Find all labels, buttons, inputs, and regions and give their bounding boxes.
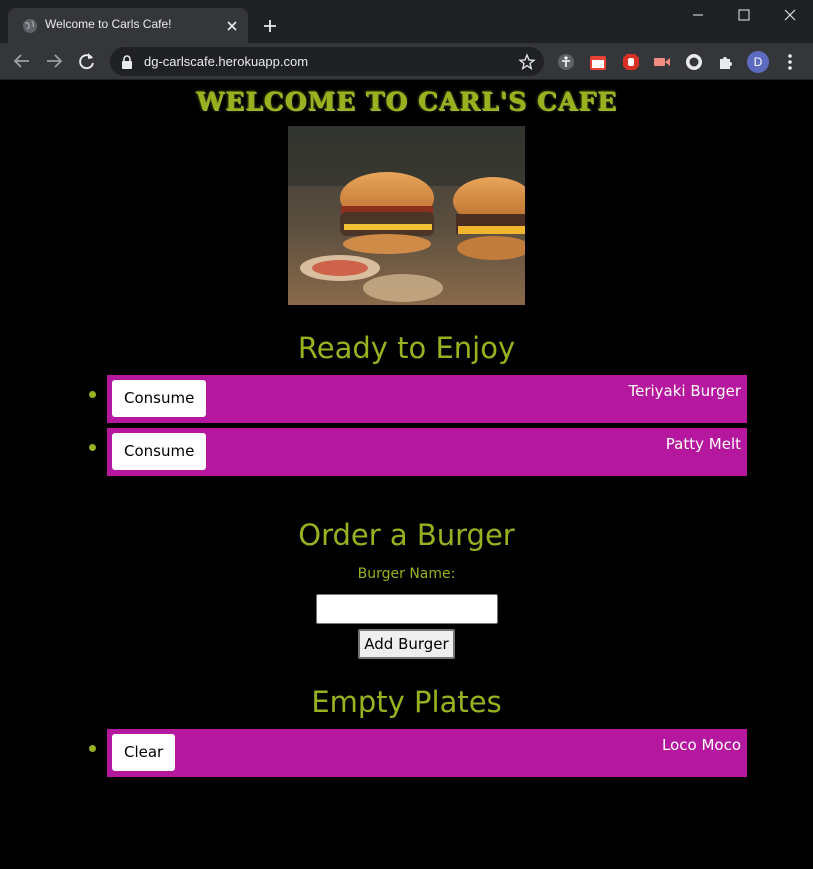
page-banner: WELCOME TO CARL'S CAFE — [195, 87, 618, 116]
empty-section-title: Empty Plates — [311, 685, 502, 719]
back-arrow-icon[interactable] — [9, 49, 35, 73]
consume-button[interactable]: Consume — [112, 380, 207, 417]
profile-avatar[interactable]: D — [747, 51, 769, 73]
reload-icon[interactable] — [74, 49, 100, 73]
browser-toolbar: dg-carlscafe.herokuapp.com D — [0, 43, 813, 80]
page-content: WELCOME TO CARL'S CAFE Ready to Enjoy Co… — [0, 81, 813, 869]
new-tab-icon[interactable] — [258, 14, 282, 38]
puzzle-icon[interactable] — [717, 53, 735, 71]
empty-plates-list: Clear Loco Moco — [89, 729, 747, 782]
burger-hero-image — [288, 126, 525, 305]
ready-section-title: Ready to Enjoy — [297, 331, 516, 365]
forward-arrow-icon[interactable] — [41, 49, 67, 73]
burger-name-label: Burger Name: — [357, 566, 456, 582]
list-bullet — [89, 391, 96, 398]
list-bullet — [89, 745, 96, 752]
list-item: Consume Teriyaki Burger — [89, 375, 747, 423]
list-bullet — [89, 444, 96, 451]
burger-name-input[interactable] — [316, 594, 498, 624]
url-text: dg-carlscafe.herokuapp.com — [144, 54, 309, 69]
extension-video-icon[interactable] — [653, 53, 671, 71]
burger-name: Patty Melt — [665, 435, 741, 453]
consume-button[interactable]: Consume — [112, 433, 207, 470]
list-item: Clear Loco Moco — [89, 729, 747, 777]
extension-accessibility-icon[interactable] — [557, 53, 575, 71]
address-bar[interactable]: dg-carlscafe.herokuapp.com — [110, 47, 544, 76]
browser-titlebar: Welcome to Carls Cafe! — [0, 0, 813, 43]
browser-tab[interactable]: Welcome to Carls Cafe! — [8, 8, 248, 43]
maximize-icon[interactable] — [721, 0, 767, 30]
lock-icon — [122, 55, 132, 69]
more-vert-icon[interactable] — [781, 51, 799, 73]
extension-calendar-icon[interactable] — [589, 53, 607, 71]
globe-icon — [23, 19, 37, 33]
burger-name: Loco Moco — [661, 736, 741, 754]
minimize-icon[interactable] — [675, 0, 721, 30]
tab-close-icon[interactable] — [222, 16, 242, 36]
list-item: Consume Patty Melt — [89, 428, 747, 476]
ready-burger-list: Consume Teriyaki Burger Consume Patty Me… — [89, 375, 747, 481]
burger-name: Teriyaki Burger — [628, 382, 742, 400]
order-section-title: Order a Burger — [298, 518, 515, 552]
clear-button[interactable]: Clear — [112, 734, 176, 771]
window-close-icon[interactable] — [767, 0, 813, 30]
bookmark-star-icon[interactable] — [518, 53, 536, 71]
extension-grammar-icon[interactable] — [685, 53, 703, 71]
add-burger-button[interactable]: Add Burger — [358, 629, 455, 659]
tab-title: Welcome to Carls Cafe! — [45, 17, 172, 31]
extension-adblock-icon[interactable] — [622, 53, 640, 71]
